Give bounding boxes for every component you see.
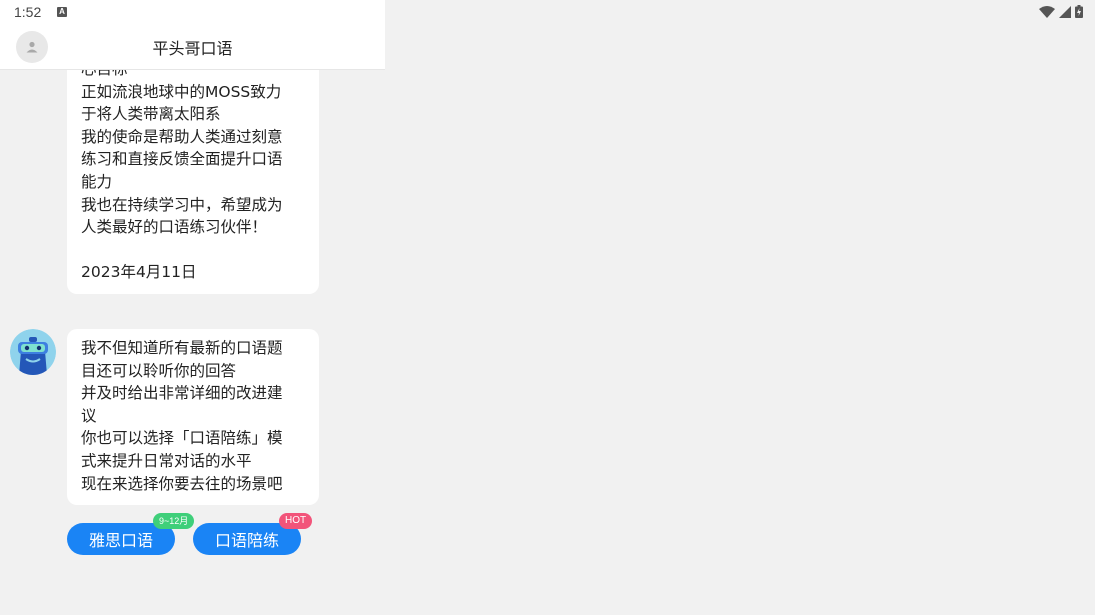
message-line: 现在来选择你要去往的场景吧 bbox=[81, 474, 283, 493]
message-line: 你也可以选择「口语陪练」模 bbox=[81, 429, 283, 448]
message-date: 2023年4月11日 bbox=[81, 263, 197, 282]
hot-badge: HOT bbox=[279, 513, 313, 529]
message-line: 心目标 bbox=[81, 70, 305, 81]
message-line: 我也在持续学习中，希望成为 bbox=[81, 195, 283, 214]
robot-mascot-icon bbox=[10, 329, 56, 375]
message-line: 能力 bbox=[81, 172, 113, 191]
page-title: 平头哥口语 bbox=[152, 39, 233, 58]
cell-signal-icon bbox=[1059, 5, 1071, 18]
message-line: 我的使命是帮助人类通过刻意 bbox=[81, 127, 283, 146]
message-line: 于将人类带离太阳系 bbox=[81, 105, 221, 124]
app-header: 平头哥口语 bbox=[0, 26, 385, 70]
message-line: 练习和直接反馈全面提升口语 bbox=[81, 150, 283, 169]
accessibility-a-icon: A bbox=[57, 7, 67, 17]
message-line: 式来提升日常对话的水平 bbox=[81, 451, 252, 470]
status-icons bbox=[1039, 5, 1083, 18]
season-badge: 9~12月 bbox=[153, 513, 195, 529]
bot-avatar bbox=[10, 329, 56, 375]
message-line: 并及时给出非常详细的改进建 bbox=[81, 384, 283, 403]
message-line: 我不但知道所有最新的口语题 bbox=[81, 339, 283, 357]
status-bar: 1:52 A bbox=[0, 0, 1095, 26]
battery-icon bbox=[1075, 5, 1083, 18]
message-line: 正如流浪地球中的MOSS致力 bbox=[81, 82, 282, 101]
message-line: 议 bbox=[81, 406, 97, 425]
wifi-icon bbox=[1039, 5, 1055, 18]
message-line: 人类最好的口语练习伙伴！ bbox=[81, 218, 268, 237]
status-time: 1:52 bbox=[14, 4, 42, 20]
chat-message-bubble: 心目标 正如流浪地球中的MOSS致力 于将人类带离太阳系 我的使命是帮助人类通过… bbox=[67, 70, 319, 294]
chat-area[interactable]: 心目标 正如流浪地球中的MOSS致力 于将人类带离太阳系 我的使命是帮助人类通过… bbox=[0, 70, 385, 615]
chat-message-bubble: 我不但知道所有最新的口语题 目还可以聆听你的回答 并及时给出非常详细的改进建 议… bbox=[67, 329, 319, 506]
message-line: 目还可以聆听你的回答 bbox=[81, 361, 237, 380]
